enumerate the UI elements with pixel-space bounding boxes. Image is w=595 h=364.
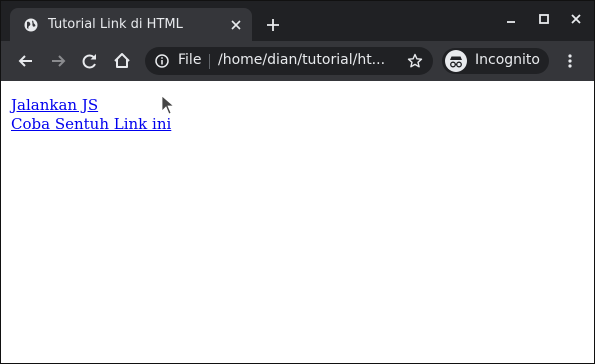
close-icon[interactable]: [569, 12, 583, 26]
url-text[interactable]: /home/dian/tutorial/ht...: [218, 52, 385, 68]
globe-icon: [24, 18, 38, 32]
link-try-touch[interactable]: Coba Sentuh Link ini: [11, 115, 171, 133]
page-content: Jalankan JS Coba Sentuh Link ini: [1, 81, 594, 363]
minimize-icon[interactable]: [504, 12, 518, 26]
browser-window: Tutorial Link di HTML File /home/dian/tu…: [0, 0, 595, 364]
reload-icon[interactable]: [80, 51, 100, 71]
incognito-label: Incognito: [475, 52, 540, 68]
address-bar[interactable]: File /home/dian/tutorial/ht...: [145, 47, 433, 75]
arrow-right-icon[interactable]: [48, 51, 68, 71]
vertical-dots-icon[interactable]: [562, 53, 578, 69]
incognito-indicator[interactable]: Incognito: [442, 48, 549, 74]
toolbar: File /home/dian/tutorial/ht... Incognito: [1, 41, 594, 81]
tab-strip: Tutorial Link di HTML: [1, 1, 594, 41]
info-icon[interactable]: [155, 54, 169, 68]
star-icon[interactable]: [407, 53, 423, 69]
home-icon[interactable]: [112, 51, 132, 71]
mouse-cursor-icon: [161, 95, 175, 115]
tab-active[interactable]: Tutorial Link di HTML: [10, 8, 252, 41]
close-icon[interactable]: [229, 18, 243, 32]
arrow-left-icon[interactable]: [16, 51, 36, 71]
link-run-js[interactable]: Jalankan JS: [11, 96, 98, 114]
incognito-icon: [445, 50, 467, 72]
omnibox-divider: [209, 54, 210, 69]
plus-icon[interactable]: [265, 17, 281, 33]
tab-title: Tutorial Link di HTML: [48, 17, 183, 32]
maximize-icon[interactable]: [537, 12, 551, 26]
url-scheme: File: [178, 52, 202, 68]
